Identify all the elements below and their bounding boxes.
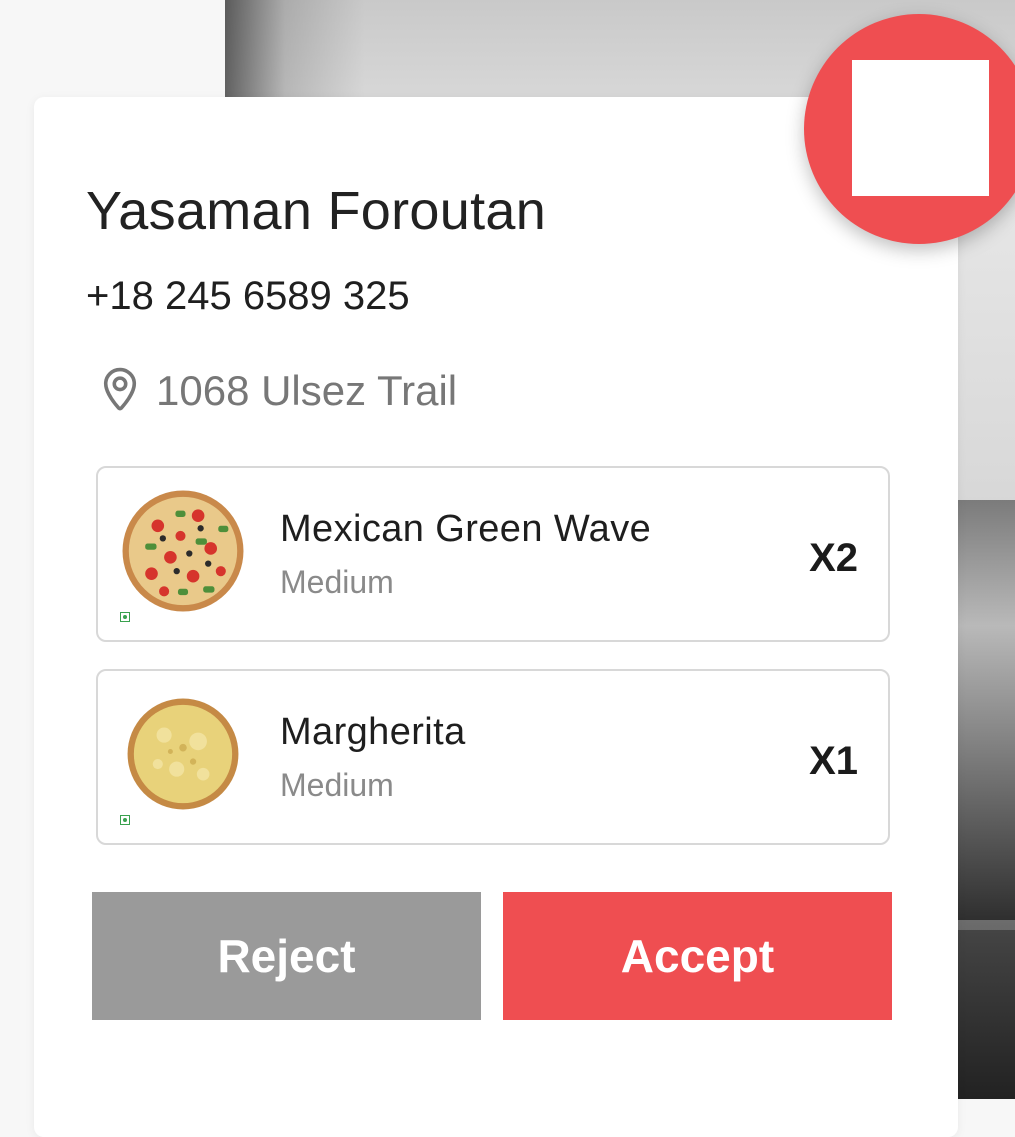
pizza-toppings-image: [122, 490, 244, 612]
order-item: Margherita Medium X1: [96, 669, 890, 845]
veg-indicator-icon: [120, 815, 130, 825]
badge-logo-placeholder: [852, 60, 989, 196]
address-text: 1068 Ulsez Trail: [156, 367, 458, 414]
customer-name: Yasaman Foroutan: [86, 181, 547, 241]
veg-indicator-icon: [120, 612, 130, 622]
item-quantity: X2: [809, 536, 858, 580]
location-pin-icon: [103, 367, 137, 411]
item-quantity: X1: [809, 739, 858, 783]
background-shade: [955, 930, 1015, 1099]
item-size: Medium: [280, 564, 394, 600]
background-shade: [955, 500, 1015, 920]
order-item: Mexican Green Wave Medium X2: [96, 466, 890, 642]
customer-phone[interactable]: +18 245 6589 325: [86, 274, 410, 319]
pizza-cheese-image: [127, 698, 239, 810]
item-name: Mexican Green Wave: [280, 508, 652, 550]
accept-button[interactable]: Accept: [503, 892, 892, 1020]
item-name: Margherita: [280, 711, 466, 753]
customer-address: 1068 Ulsez Trail: [98, 366, 457, 416]
reject-button[interactable]: Reject: [92, 892, 481, 1020]
item-size: Medium: [280, 767, 394, 803]
